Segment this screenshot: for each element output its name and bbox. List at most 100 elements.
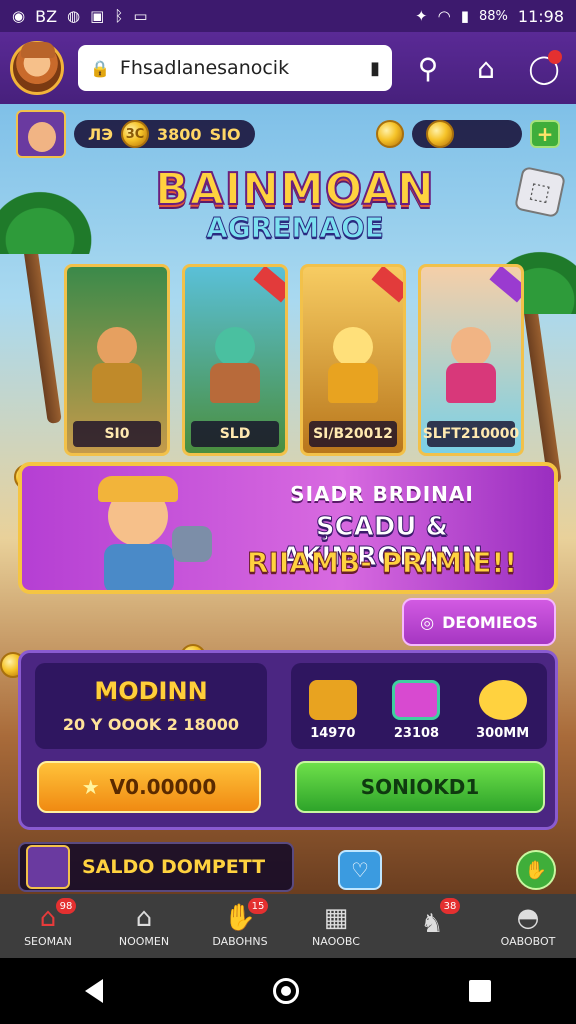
lock-icon: 🔒 bbox=[90, 58, 110, 78]
chat-icon[interactable]: ◯ bbox=[522, 46, 566, 90]
explorer-character bbox=[89, 327, 145, 407]
prize-item[interactable]: 300MM bbox=[476, 680, 529, 741]
creature-character bbox=[207, 327, 263, 407]
url-text: Fhsadlanesanocik bbox=[119, 57, 290, 79]
nav-item-hand[interactable]: ✋ 15 DABOHNS bbox=[192, 894, 288, 958]
logo-line-1: BAINMOAN bbox=[154, 163, 435, 216]
bottle-icon[interactable]: ▮ bbox=[370, 58, 380, 79]
gold-pile bbox=[325, 327, 381, 407]
resource-pill: ЛЭ 3C 3800 SIO bbox=[74, 120, 255, 148]
resource-right: SIO bbox=[209, 124, 241, 144]
profile-icon: ◓ bbox=[516, 902, 540, 933]
card-label: SI0 bbox=[73, 421, 161, 447]
recent-apps-icon[interactable] bbox=[469, 980, 491, 1002]
coin-icon bbox=[376, 120, 404, 148]
wallet-balance-bar[interactable]: SALDO DOMPETT bbox=[18, 842, 294, 892]
notification-icon: ✦ bbox=[415, 6, 428, 25]
coin-icon: 3C bbox=[121, 120, 150, 148]
home-icon: ⌂ bbox=[39, 902, 57, 933]
nav-badge: 15 bbox=[247, 898, 269, 914]
star-icon: ★ bbox=[81, 775, 100, 799]
card-tag bbox=[489, 267, 521, 303]
wallet-avatar bbox=[26, 845, 70, 889]
nav-item-profile[interactable]: ◓ OABOBOT bbox=[480, 894, 576, 958]
gold-button-label: V0.00000 bbox=[109, 775, 217, 799]
wallet-label: SALDO DOMPETT bbox=[82, 856, 266, 878]
character-card[interactable]: SI0 bbox=[64, 264, 170, 456]
game-area: ЛЭ 3C 3800 SIO + BAINMOAN AGREMAOE ⬚ SI0… bbox=[0, 104, 576, 894]
nav-label: NOOMEN bbox=[118, 934, 170, 948]
star-icon bbox=[478, 680, 527, 720]
hand-button[interactable]: ✋ bbox=[516, 850, 556, 890]
store-icon: ⌂ bbox=[135, 902, 153, 933]
nav-item-elephant[interactable]: ♞ 38 bbox=[384, 894, 480, 958]
promo-line-1: SIADR BRDINAI bbox=[290, 482, 474, 506]
clock: 11:98 bbox=[517, 6, 564, 26]
battery-level: 88% bbox=[478, 8, 508, 24]
card-label: SLD bbox=[191, 421, 279, 447]
app-notification-icon: ◉ bbox=[12, 6, 26, 25]
wifi-icon: ◠ bbox=[437, 6, 451, 25]
top-app-bar: 🔒 Fhsadlanesanocik ▮ ⚲ ⌂ ◯ bbox=[0, 32, 576, 104]
back-icon[interactable] bbox=[85, 979, 103, 1003]
character-card[interactable]: SLD bbox=[182, 264, 288, 456]
signal-icon: ▮ bbox=[460, 6, 469, 25]
prize-label: 300MM bbox=[476, 726, 530, 741]
reward-panel: MODINN 20 Y OOOK 2 18000 14970 23108 300… bbox=[18, 650, 558, 830]
address-bar[interactable]: 🔒 Fhsadlanesanocik ▮ bbox=[78, 45, 392, 91]
elephant-icon: ♞ bbox=[420, 909, 444, 939]
character-card[interactable]: SLFT210000 bbox=[418, 264, 524, 456]
nav-item-store[interactable]: ⌂ NOOMEN bbox=[96, 894, 192, 958]
media-icon: ▭ bbox=[133, 6, 148, 25]
globe-icon: ◍ bbox=[67, 6, 81, 25]
promo-pill-label: DEOMIEOS bbox=[442, 612, 538, 632]
nav-badge: 98 bbox=[55, 898, 77, 914]
home-button-icon[interactable] bbox=[273, 978, 299, 1004]
character-cards: SI0 SLD SI/B20012 SLFT210000 bbox=[64, 264, 524, 456]
prize-label: 23108 bbox=[393, 726, 440, 741]
coin-icon bbox=[426, 120, 454, 148]
bluetooth-icon: ᛒ bbox=[114, 6, 124, 25]
grid-icon: ▦ bbox=[323, 902, 349, 933]
prize-label: 14970 bbox=[310, 726, 356, 741]
card-label: SI/B20012 bbox=[309, 421, 397, 447]
player-avatar[interactable] bbox=[16, 110, 66, 158]
nav-label: SEOMAN bbox=[24, 934, 72, 948]
girl-character bbox=[443, 327, 499, 407]
balance-box: MODINN 20 Y OOOK 2 18000 bbox=[35, 663, 267, 749]
bag-icon[interactable]: ⌂ bbox=[464, 46, 508, 90]
balance-amount: 20 Y OOOK 2 18000 bbox=[62, 715, 240, 734]
nav-label: NAOOBC bbox=[312, 934, 360, 948]
treasure-card[interactable]: SI/B20012 bbox=[300, 264, 406, 456]
promo-line-3: RIIAMB- PRIMIE!! bbox=[246, 546, 518, 580]
resource-left: ЛЭ bbox=[88, 124, 114, 144]
search-icon[interactable]: ⚲ bbox=[406, 46, 450, 90]
nav-label: OABOBOT bbox=[500, 934, 556, 948]
prize-item[interactable]: 23108 bbox=[392, 680, 441, 741]
resource-hud: ЛЭ 3C 3800 SIO + bbox=[16, 110, 560, 158]
promo-pill-button[interactable]: ◎ DEOMIEOS bbox=[402, 598, 556, 646]
status-bar: ◉ BZ ◍ ▣ ᛒ ▭ ✦ ◠ ▮ 88% 11:98 bbox=[0, 0, 576, 32]
system-navigation bbox=[0, 958, 576, 1024]
prize-item[interactable]: 14970 bbox=[308, 680, 357, 741]
resource-mid: 3800 bbox=[157, 124, 202, 144]
gold-action-button[interactable]: ★ V0.00000 bbox=[37, 761, 261, 813]
flag-icon: ▣ bbox=[90, 6, 105, 25]
coin-pill bbox=[412, 120, 522, 148]
heart-button[interactable]: ♡ bbox=[338, 850, 382, 890]
nav-item-grid[interactable]: ▦ NAOOBC bbox=[288, 894, 384, 958]
logo-line-2: AGREMAOE bbox=[206, 211, 385, 245]
gift-icon: ◎ bbox=[420, 612, 435, 632]
chest-icon[interactable]: ⬚ bbox=[513, 165, 567, 219]
add-currency-button[interactable]: + bbox=[530, 120, 560, 148]
bottom-navigation: ⌂ 98 SEOMAN ⌂ NOOMEN ✋ 15 DABOHNS ▦ NAOO… bbox=[0, 894, 576, 958]
nav-item-home[interactable]: ⌂ 98 SEOMAN bbox=[0, 894, 96, 958]
promo-banner[interactable]: SIADR BRDINAI ŞCADU & AKIMRORANN RIIAMB-… bbox=[18, 462, 558, 594]
user-avatar[interactable] bbox=[10, 41, 64, 95]
card-label: SLFT210000 bbox=[423, 421, 519, 447]
gem-card-icon bbox=[392, 680, 441, 720]
game-logo: BAINMOAN AGREMAOE bbox=[150, 163, 440, 245]
balance-title: MODINN bbox=[94, 677, 208, 705]
prizes-box: 14970 23108 300MM bbox=[291, 663, 547, 749]
green-action-button[interactable]: SONIOKD1 bbox=[295, 761, 545, 813]
